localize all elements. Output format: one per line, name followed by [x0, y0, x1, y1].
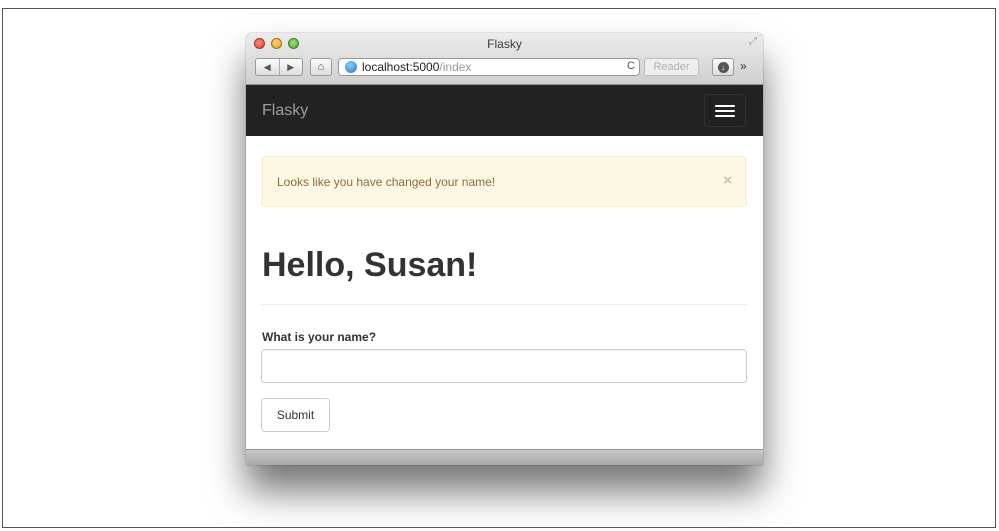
forward-arrow-icon[interactable]: ▶ — [278, 59, 303, 75]
home-button[interactable]: ⌂ — [310, 58, 332, 76]
reader-button[interactable]: Reader — [644, 58, 699, 76]
back-forward-buttons: ◀ ▶ — [255, 58, 303, 76]
url-host: localhost:5000 — [362, 60, 440, 74]
more-chevron-icon[interactable]: » — [740, 59, 747, 73]
back-arrow-icon[interactable]: ◀ — [256, 59, 279, 75]
name-input[interactable] — [261, 349, 747, 383]
close-x-icon[interactable]: × — [723, 172, 732, 189]
globe-icon — [345, 61, 357, 73]
alert-message: Looks like you have changed your name! — [277, 175, 496, 189]
downloads-button[interactable]: ↓ — [712, 58, 734, 76]
url-path: /index — [439, 60, 472, 74]
submit-button[interactable]: Submit — [261, 398, 330, 432]
browser-toolbar: Flasky ⤢ ◀ ▶ ⌂ localhost:5000 /index C R… — [246, 33, 763, 85]
flash-alert: Looks like you have changed your name! × — [261, 156, 747, 207]
browser-window: Flasky ⤢ ◀ ▶ ⌂ localhost:5000 /index C R… — [246, 33, 763, 465]
reload-icon[interactable]: C — [627, 60, 635, 72]
page-content: Looks like you have changed your name! ×… — [246, 136, 763, 449]
navbar: Flasky — [246, 85, 763, 136]
download-icon: ↓ — [717, 61, 729, 73]
page-title: Hello, Susan! — [262, 246, 478, 284]
navbar-toggle-button[interactable] — [704, 94, 746, 127]
navbar-brand[interactable]: Flasky — [262, 102, 308, 120]
divider — [261, 304, 747, 305]
name-label: What is your name? — [262, 330, 377, 344]
window-title: Flasky — [487, 37, 522, 51]
home-icon: ⌂ — [317, 61, 325, 73]
resize-icon[interactable]: ⤢ — [749, 36, 757, 47]
address-bar[interactable]: localhost:5000 /index C — [338, 58, 640, 76]
status-bar — [246, 449, 763, 465]
